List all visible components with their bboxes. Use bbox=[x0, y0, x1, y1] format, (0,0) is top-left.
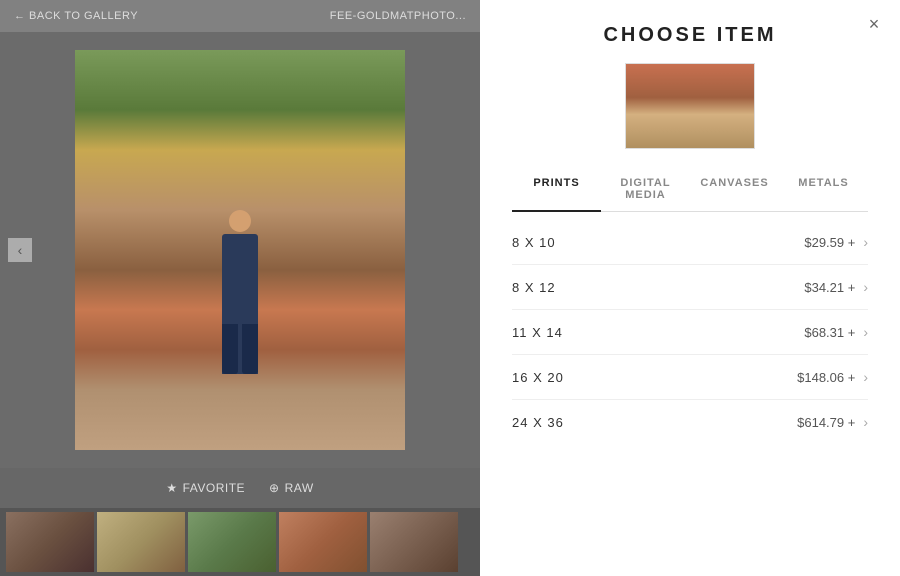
print-price-3: $148.06 + bbox=[797, 370, 855, 385]
close-button[interactable]: × bbox=[864, 14, 884, 34]
print-right-3: $148.06 + › bbox=[797, 369, 868, 385]
star-icon: ★ bbox=[166, 481, 177, 495]
tab-prints-label: PRINTS bbox=[533, 177, 579, 189]
arrow-left-icon: ‹ bbox=[18, 242, 23, 258]
thumbnail-4[interactable] bbox=[279, 512, 367, 572]
thumbnail-2[interactable] bbox=[97, 512, 185, 572]
chevron-right-icon-4: › bbox=[863, 414, 868, 430]
print-price-4: $614.79 + bbox=[797, 415, 855, 430]
raw-label: RAW bbox=[285, 481, 314, 495]
main-photo bbox=[75, 50, 405, 450]
tab-prints[interactable]: PRINTS bbox=[512, 169, 601, 211]
chevron-right-icon-3: › bbox=[863, 369, 868, 385]
print-right-0: $29.59 + › bbox=[804, 234, 868, 250]
panel-title: CHOOSE ITEM bbox=[512, 24, 868, 47]
thumbnail-3[interactable] bbox=[188, 512, 276, 572]
favorite-button[interactable]: ★ FAVORITE bbox=[166, 481, 245, 495]
preview-image bbox=[625, 63, 755, 149]
print-right-2: $68.31 + › bbox=[804, 324, 868, 340]
photo-actions: ★ FAVORITE ⊕ RAW bbox=[0, 468, 480, 508]
thumbnail-5[interactable] bbox=[370, 512, 458, 572]
right-panel: × CHOOSE ITEM PRINTS DIGITAL MEDIA CANVA… bbox=[480, 0, 900, 576]
print-size-2: 11 X 14 bbox=[512, 325, 563, 340]
thumbnails-bar bbox=[0, 508, 480, 576]
tab-metals-label: METALS bbox=[798, 177, 848, 189]
print-price-2: $68.31 + bbox=[804, 325, 855, 340]
gallery-area: ← BACK TO GALLERY FEE-GOLDMATPHOTO... ‹ … bbox=[0, 0, 480, 576]
print-size-3: 16 X 20 bbox=[512, 370, 564, 385]
favorite-label: FAVORITE bbox=[183, 481, 245, 495]
print-item[interactable]: 8 X 10 $29.59 + › bbox=[512, 220, 868, 265]
gallery-name: FEE-GOLDMATPHOTO... bbox=[330, 10, 466, 22]
gallery-top-bar: ← BACK TO GALLERY FEE-GOLDMATPHOTO... bbox=[0, 0, 480, 32]
print-item[interactable]: 16 X 20 $148.06 + › bbox=[512, 355, 868, 400]
raw-button[interactable]: ⊕ RAW bbox=[269, 481, 314, 495]
items-list: 8 X 10 $29.59 + › 8 X 12 $34.21 + › 11 X… bbox=[512, 220, 868, 576]
tab-metals[interactable]: METALS bbox=[779, 169, 868, 211]
print-item[interactable]: 24 X 36 $614.79 + › bbox=[512, 400, 868, 444]
photo-scene bbox=[75, 50, 405, 450]
back-to-gallery-link[interactable]: ← BACK TO GALLERY bbox=[14, 10, 138, 22]
print-price-0: $29.59 + bbox=[804, 235, 855, 250]
person-leg-right bbox=[242, 324, 258, 374]
preview-scene bbox=[626, 64, 754, 148]
person-head bbox=[229, 210, 251, 232]
chevron-right-icon-2: › bbox=[863, 324, 868, 340]
tab-canvases-label: CANVASES bbox=[700, 177, 768, 189]
tab-digital-label: DIGITAL MEDIA bbox=[620, 177, 670, 201]
tabs-bar: PRINTS DIGITAL MEDIA CANVASES METALS bbox=[512, 169, 868, 212]
raw-icon: ⊕ bbox=[269, 481, 280, 495]
tab-canvases[interactable]: CANVASES bbox=[690, 169, 779, 211]
print-item[interactable]: 11 X 14 $68.31 + › bbox=[512, 310, 868, 355]
print-item[interactable]: 8 X 12 $34.21 + › bbox=[512, 265, 868, 310]
print-right-4: $614.79 + › bbox=[797, 414, 868, 430]
person-figure bbox=[210, 210, 270, 370]
person-body bbox=[222, 234, 258, 324]
person-leg-left bbox=[222, 324, 238, 374]
panel-content: CHOOSE ITEM PRINTS DIGITAL MEDIA CANVASE… bbox=[480, 0, 900, 576]
print-size-4: 24 X 36 bbox=[512, 415, 564, 430]
prev-photo-arrow[interactable]: ‹ bbox=[8, 238, 32, 262]
main-photo-container: ‹ bbox=[0, 32, 480, 468]
chevron-right-icon-0: › bbox=[863, 234, 868, 250]
print-size-0: 8 X 10 bbox=[512, 235, 556, 250]
chevron-right-icon-1: › bbox=[863, 279, 868, 295]
print-right-1: $34.21 + › bbox=[804, 279, 868, 295]
person-legs bbox=[222, 324, 258, 374]
print-size-1: 8 X 12 bbox=[512, 280, 556, 295]
tab-digital-media[interactable]: DIGITAL MEDIA bbox=[601, 169, 690, 211]
thumbnail-1[interactable] bbox=[6, 512, 94, 572]
print-price-1: $34.21 + bbox=[804, 280, 855, 295]
